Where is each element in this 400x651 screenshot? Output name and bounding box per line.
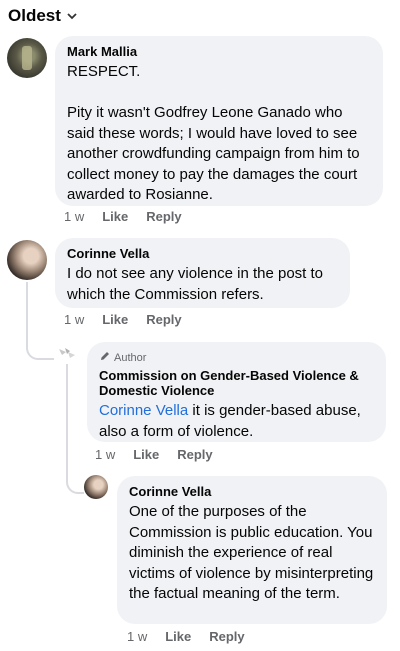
- avatar[interactable]: [7, 38, 47, 78]
- comment-author[interactable]: Mark Mallia: [67, 44, 371, 59]
- comment-bubble: Corinne Vella One of the purposes of the…: [117, 476, 387, 624]
- sort-dropdown[interactable]: Oldest: [8, 6, 77, 26]
- like-button[interactable]: Like: [102, 312, 128, 327]
- pencil-icon: [99, 350, 111, 365]
- avatar[interactable]: [7, 240, 47, 280]
- comment-timestamp[interactable]: 1 w: [95, 447, 115, 462]
- sort-label: Oldest: [8, 6, 61, 25]
- like-button[interactable]: Like: [133, 447, 159, 462]
- comment-actions: 1 w Like Reply: [127, 629, 263, 644]
- reply-thread-line: [66, 364, 84, 494]
- comment-author[interactable]: Commission on Gender-Based Violence & Do…: [99, 368, 374, 398]
- comment-actions: 1 w Like Reply: [64, 312, 200, 327]
- avatar[interactable]: [84, 475, 108, 499]
- like-button[interactable]: Like: [165, 629, 191, 644]
- reply-button[interactable]: Reply: [146, 312, 181, 327]
- comment-bubble: Corinne Vella I do not see any violence …: [55, 238, 350, 308]
- comment-actions: 1 w Like Reply: [95, 447, 231, 462]
- comment-timestamp[interactable]: 1 w: [64, 209, 84, 224]
- chevron-down-icon: [67, 11, 77, 23]
- comment-text: RESPECT. Pity it wasn't Godfrey Leone Ga…: [67, 63, 360, 203]
- author-badge: Author: [99, 350, 374, 365]
- comment-author[interactable]: Corinne Vella: [129, 484, 375, 499]
- comment-actions: 1 w Like Reply: [64, 209, 200, 224]
- reply-button[interactable]: Reply: [209, 629, 244, 644]
- like-button[interactable]: Like: [102, 209, 128, 224]
- mention-link[interactable]: Corinne Vella: [99, 402, 188, 419]
- comment-author[interactable]: Corinne Vella: [67, 246, 338, 261]
- reply-button[interactable]: Reply: [177, 447, 212, 462]
- comment-bubble: Mark Mallia RESPECT. Pity it wasn't Godf…: [55, 36, 383, 206]
- reply-button[interactable]: Reply: [146, 209, 181, 224]
- comment-bubble: Author Commission on Gender-Based Violen…: [87, 342, 386, 442]
- author-badge-label: Author: [114, 351, 147, 364]
- comment-text: Corinne Vella it is gender-based abuse, …: [99, 401, 374, 442]
- reply-thread-line: [26, 282, 54, 360]
- comment-timestamp[interactable]: 1 w: [64, 312, 84, 327]
- comment-text: I do not see any violence in the post to…: [67, 265, 324, 303]
- commission-logo-icon[interactable]: [58, 346, 76, 360]
- comment-timestamp[interactable]: 1 w: [127, 629, 147, 644]
- comment-text: One of the purposes of the Commission is…: [129, 503, 374, 602]
